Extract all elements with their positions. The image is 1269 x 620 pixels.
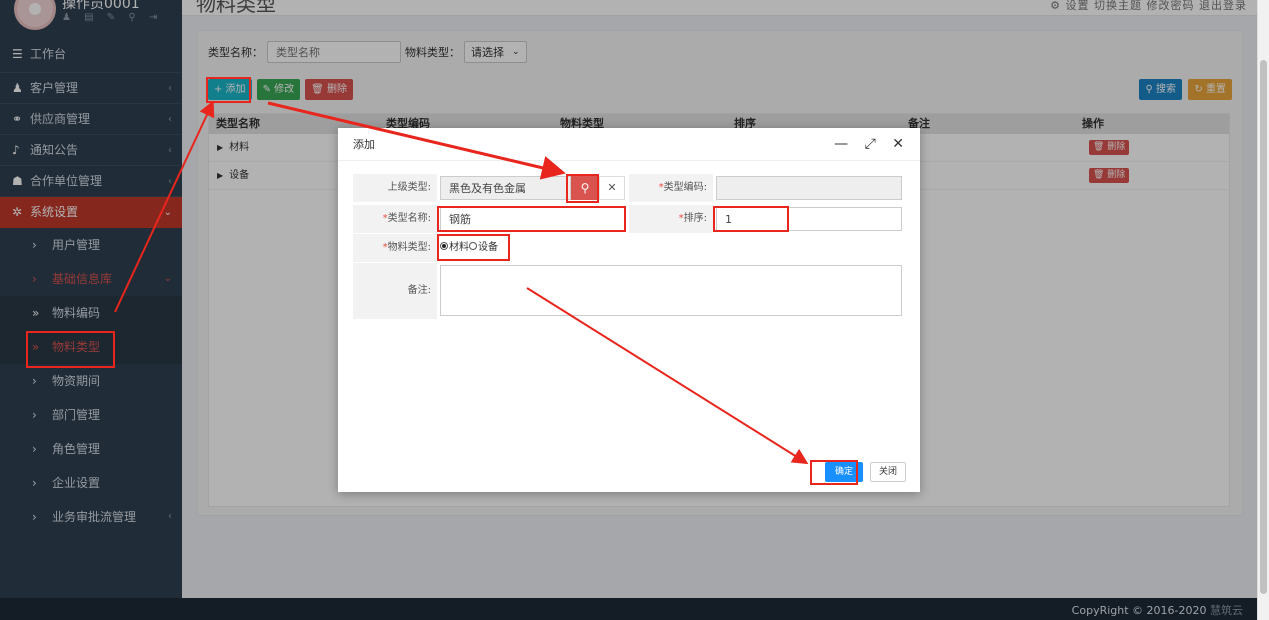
annotation-arrow xyxy=(526,287,809,465)
page-scrollbar[interactable] xyxy=(1257,0,1269,620)
annotation-arrow xyxy=(114,100,215,313)
annotation-arrows xyxy=(114,100,809,465)
annotation-arrow xyxy=(267,101,566,180)
scrollbar-thumb[interactable] xyxy=(1260,60,1267,594)
